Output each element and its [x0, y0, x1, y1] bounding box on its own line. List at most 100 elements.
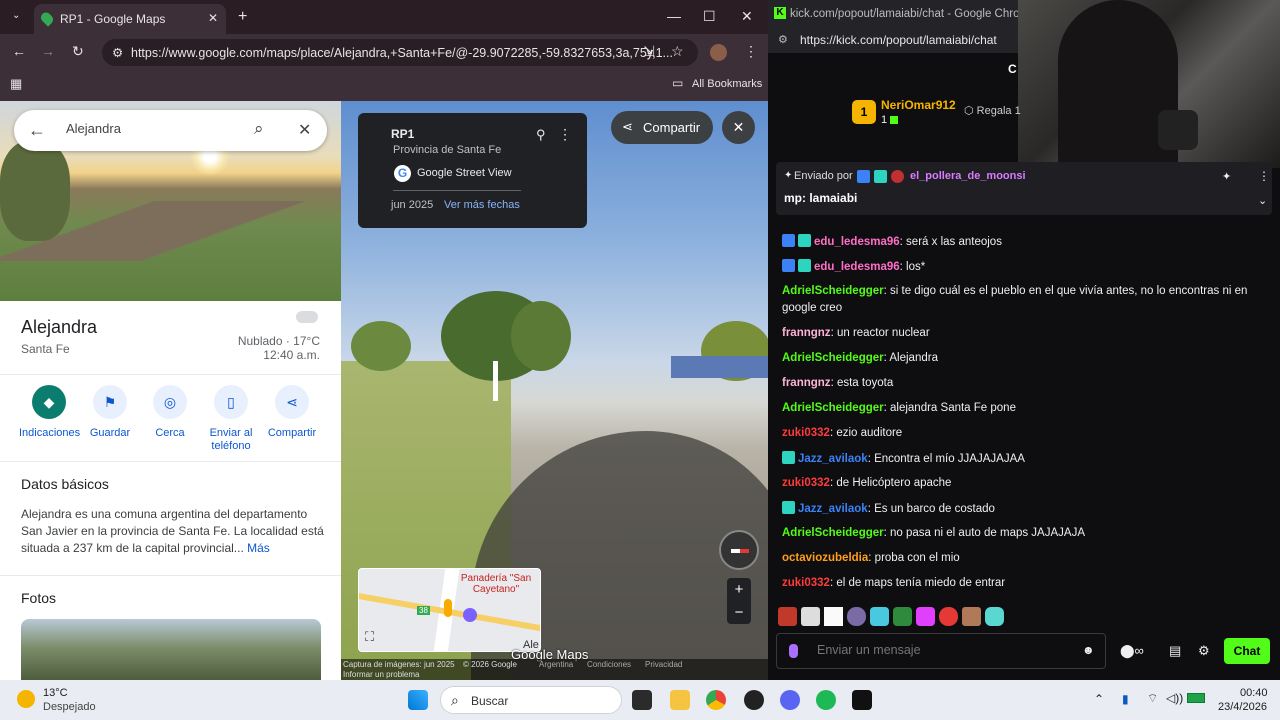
emote-icon[interactable] [847, 607, 866, 626]
mic-tray-icon[interactable]: ▮ [1122, 692, 1129, 706]
zoom-out-button[interactable]: − [727, 601, 751, 624]
zoom-in-button[interactable]: + [727, 578, 751, 601]
share-streetview-button[interactable]: ⋖ Compartir [611, 111, 713, 144]
location-pin-icon[interactable]: ⚲ [536, 127, 546, 143]
back-arrow-icon[interactable]: ← [28, 120, 46, 141]
task-view-icon[interactable] [632, 690, 652, 710]
site-info-icon[interactable]: ⚙ [778, 33, 788, 46]
tab-maps[interactable]: RP1 - Google Maps ✕ [34, 4, 226, 34]
top-gifter-name[interactable]: NeriOmar912 [881, 98, 956, 112]
fullscreen-icon[interactable]: ⛶ [365, 629, 374, 645]
street-view[interactable]: RP1 Provincia de Santa Fe ⚲ ⋮ G Google S… [341, 101, 768, 680]
minimize-icon[interactable]: — [667, 9, 681, 23]
install-icon[interactable]: ⇲ [643, 44, 655, 58]
unpin-icon[interactable]: ✦ [1222, 170, 1231, 183]
chat-username[interactable]: octaviozubeldia [782, 552, 868, 564]
new-tab-icon[interactable]: + [238, 9, 247, 25]
emote-icon[interactable] [962, 607, 981, 626]
all-bookmarks[interactable]: All Bookmarks [692, 78, 762, 90]
chat-username[interactable]: AdrielScheidegger [782, 527, 884, 539]
chat-username[interactable]: AdrielScheidegger [782, 402, 884, 414]
chat-username[interactable]: Jazz_avilaok [798, 503, 868, 515]
chat-username[interactable]: zuki0332 [782, 427, 830, 439]
emote-icon[interactable] [985, 607, 1004, 626]
chat-url[interactable]: https://kick.com/popout/lamaiabi/chat [800, 33, 997, 47]
maximize-icon[interactable]: ☐ [703, 9, 716, 23]
minimap[interactable]: Panadería "San Cayetano" 38 ⛶ Ale [358, 568, 541, 652]
back-icon[interactable]: ← [12, 44, 26, 58]
volume-icon[interactable]: ◁)) [1166, 691, 1183, 705]
file-explorer-icon[interactable] [670, 690, 690, 710]
expand-icon[interactable]: ⌄ [1258, 194, 1267, 207]
more-link[interactable]: Más [247, 541, 270, 555]
terms-link[interactable]: Condiciones [587, 660, 631, 669]
store-icon[interactable]: ▤ [1169, 643, 1181, 659]
forward-icon[interactable]: → [41, 44, 55, 58]
tray-chevron-icon[interactable]: ⌃ [1094, 692, 1104, 706]
chat-username[interactable]: franngnz [782, 327, 831, 339]
battery-icon[interactable] [1187, 693, 1205, 703]
points-icon[interactable]: ⬤∞ [1120, 643, 1144, 659]
search-icon[interactable]: ⌕ [254, 119, 264, 139]
tab-search-icon[interactable]: ⌄ [12, 11, 20, 21]
chat-username[interactable]: AdrielScheidegger [782, 285, 884, 297]
chat-username[interactable]: franngnz [782, 377, 831, 389]
emote-icon[interactable] [916, 607, 935, 626]
menu-icon[interactable]: ⋮ [744, 44, 758, 58]
mic-icon[interactable] [789, 644, 798, 658]
send-chat-button[interactable]: Chat [1224, 638, 1270, 664]
gift-button[interactable]: ⬡ Regala 1 [964, 104, 1021, 117]
pinned-user[interactable]: el_pollera_de_moonsi [910, 170, 1026, 182]
emote-icon[interactable] [801, 607, 820, 626]
emoji-icon[interactable]: ☻ [1082, 643, 1095, 657]
chat-username[interactable]: edu_ledesma96 [814, 261, 900, 273]
nearby-button[interactable]: ◎ Cerca [140, 385, 200, 440]
photo-thumbnail[interactable] [21, 619, 321, 680]
site-info-icon[interactable]: ⚙ [112, 45, 123, 60]
profile-avatar[interactable] [710, 44, 727, 61]
start-icon[interactable] [408, 690, 428, 710]
apps-icon[interactable]: ▦ [10, 77, 22, 90]
search-input[interactable] [66, 121, 236, 136]
privacy-link[interactable]: Privacidad [645, 660, 682, 669]
chat-input[interactable] [817, 643, 1067, 657]
close-window-icon[interactable]: ✕ [741, 9, 753, 23]
send-to-phone-button[interactable]: ▯ Enviar al teléfono [201, 385, 261, 453]
chat-username[interactable]: Jazz_avilaok [798, 453, 868, 465]
search-box[interactable]: ← ⌕ ✕ [14, 110, 327, 151]
compass[interactable] [719, 530, 759, 570]
close-streetview-button[interactable]: ✕ [722, 111, 755, 144]
share-button[interactable]: ⋖ Compartir [262, 385, 322, 440]
chat-username[interactable]: AdrielScheidegger [782, 352, 884, 364]
emote-icon[interactable] [870, 607, 889, 626]
clear-icon[interactable]: ✕ [298, 120, 311, 140]
chrome-icon[interactable] [706, 690, 726, 710]
report-problem-link[interactable]: Informar un problema [343, 670, 419, 679]
weather-temp[interactable]: 13°C [43, 687, 68, 699]
chat-username[interactable]: edu_ledesma96 [814, 236, 900, 248]
address-bar[interactable]: ⚙ https://www.google.com/maps/place/Alej… [102, 39, 698, 66]
chat-username[interactable]: zuki0332 [782, 477, 830, 489]
close-tab-icon[interactable]: ✕ [208, 11, 218, 25]
chat-input-box[interactable]: ☻ [776, 633, 1106, 669]
chat-header-icon[interactable]: C [1008, 62, 1017, 76]
country-link[interactable]: Argentina [539, 660, 573, 669]
save-button[interactable]: ⚑ Guardar [80, 385, 140, 440]
emote-icon[interactable] [939, 607, 958, 626]
clock-date[interactable]: 23/4/2026 [1218, 701, 1267, 713]
emote-icon[interactable] [778, 607, 797, 626]
emote-icon[interactable] [893, 607, 912, 626]
chat-username[interactable]: zuki0332 [782, 577, 830, 589]
taskbar-search[interactable]: ⌕ Buscar [440, 686, 622, 714]
wifi-icon[interactable]: ⌔ [1147, 691, 1158, 706]
clock-time[interactable]: 00:40 [1240, 687, 1268, 699]
bookmark-star-icon[interactable]: ☆ [671, 44, 684, 58]
settings-icon[interactable]: ⚙ [1198, 643, 1210, 659]
more-options-icon[interactable]: ⋮ [1258, 169, 1270, 183]
reload-icon[interactable]: ↻ [72, 44, 84, 58]
spotify-icon[interactable] [816, 690, 836, 710]
github-icon[interactable] [744, 690, 764, 710]
emote-icon[interactable] [824, 607, 843, 626]
more-dates-link[interactable]: Ver más fechas [444, 199, 520, 211]
discord-icon[interactable] [780, 690, 800, 710]
